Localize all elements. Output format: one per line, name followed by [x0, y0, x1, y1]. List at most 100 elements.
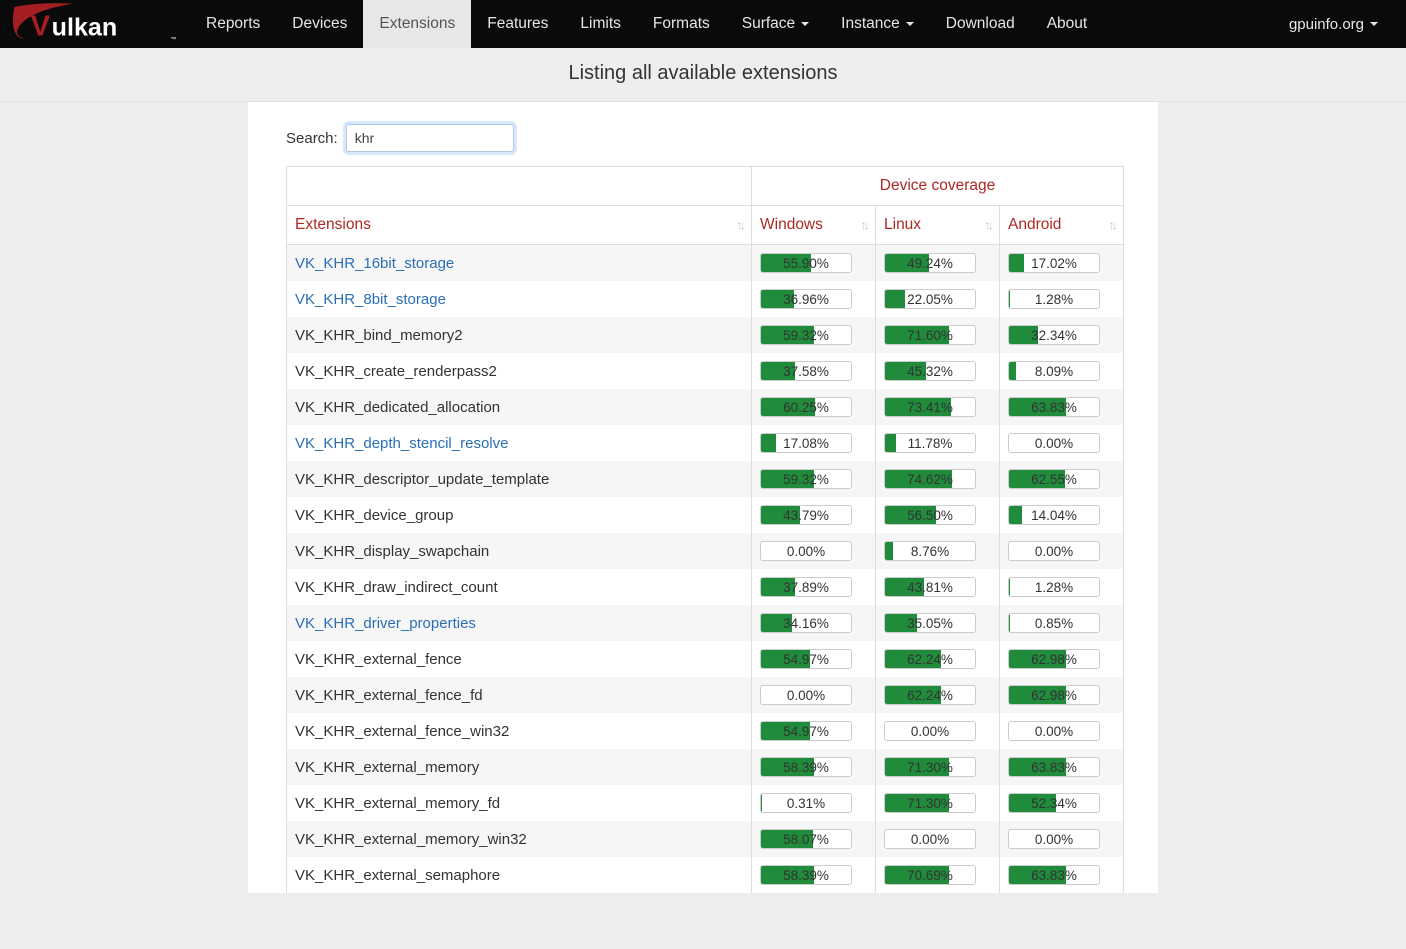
page-title: Listing all available extensions: [0, 48, 1406, 102]
coverage-cell: 43.79%: [752, 497, 876, 533]
table-row: VK_KHR_external_memory58.39%71.30%63.83%: [287, 749, 1124, 785]
progress-value: 17.08%: [761, 434, 851, 452]
progress-bar: 71.60%: [884, 325, 976, 345]
progress-bar: 55.90%: [760, 253, 852, 273]
progress-bar: 49.24%: [884, 253, 976, 273]
coverage-cell: 60.25%: [752, 389, 876, 425]
coverage-cell: 1.28%: [1000, 569, 1124, 605]
coverage-cell: 43.81%: [876, 569, 1000, 605]
coverage-cell: 32.34%: [1000, 317, 1124, 353]
coverage-cell: 0.85%: [1000, 605, 1124, 641]
progress-value: 71.30%: [885, 758, 975, 776]
nav-about[interactable]: About: [1031, 0, 1104, 48]
progress-value: 11.78%: [885, 434, 975, 452]
progress-value: 0.00%: [1009, 434, 1099, 452]
table-row: VK_KHR_external_fence_fd 0.00% 62.24% 62.98…: [287, 677, 1124, 713]
progress-value: 62.55%: [1009, 470, 1099, 488]
site-menu[interactable]: gpuinfo.org: [1289, 0, 1406, 48]
progress-value: 0.00%: [761, 686, 851, 704]
coverage-cell: 8.09%: [1000, 353, 1124, 389]
table-row: VK_KHR_device_group43.79%56.50%14.04%: [287, 497, 1124, 533]
extension-name[interactable]: VK_KHR_depth_stencil_resolve: [295, 435, 508, 452]
progress-value: 0.00%: [885, 722, 975, 740]
progress-bar: 8.76%: [884, 541, 976, 561]
progress-bar: 0.00%: [1008, 433, 1100, 453]
nav-devices[interactable]: Devices: [276, 0, 363, 48]
nav-extensions[interactable]: Extensions: [363, 0, 471, 48]
progress-value: 0.31%: [761, 794, 851, 812]
progress-value: 70.69%: [885, 866, 975, 884]
extension-name: VK_KHR_external_fence_fd: [295, 687, 483, 704]
col-linux[interactable]: Linux ↑↓: [876, 206, 1000, 245]
nav-formats[interactable]: Formats: [637, 0, 726, 48]
progress-value: 62.24%: [885, 686, 975, 704]
nav-reports[interactable]: Reports: [190, 0, 276, 48]
progress-value: 8.76%: [885, 542, 975, 560]
coverage-cell: 52.34%: [1000, 785, 1124, 821]
progress-value: 58.07%: [761, 830, 851, 848]
vulkan-logo[interactable]: V ulkan ™: [0, 0, 190, 48]
search-input[interactable]: [346, 124, 514, 152]
extension-name: VK_KHR_bind_memory2: [295, 327, 463, 344]
coverage-cell: 54.97%: [752, 713, 876, 749]
progress-bar: 36.96%: [760, 289, 852, 309]
progress-bar: 0.00%: [884, 721, 976, 741]
coverage-cell: 0.00%: [1000, 425, 1124, 461]
progress-value: 0.00%: [1009, 722, 1099, 740]
coverage-cell: 62.24%: [876, 677, 1000, 713]
coverage-cell: 0.00%: [1000, 713, 1124, 749]
progress-bar: 59.32%: [760, 325, 852, 345]
col-windows[interactable]: Windows ↑↓: [752, 206, 876, 245]
progress-value: 35.05%: [885, 614, 975, 632]
coverage-cell: 55.90%: [752, 245, 876, 282]
extension-name: VK_KHR_external_memory_win32: [295, 831, 527, 848]
extension-name[interactable]: VK_KHR_8bit_storage: [295, 291, 446, 308]
extension-name: VK_KHR_external_memory_fd: [295, 795, 500, 812]
progress-value: 55.90%: [761, 254, 851, 272]
progress-value: 62.98%: [1009, 686, 1099, 704]
progress-bar: 32.34%: [1008, 325, 1100, 345]
progress-value: 0.00%: [1009, 830, 1099, 848]
coverage-cell: 58.39%: [752, 857, 876, 893]
progress-value: 58.39%: [761, 758, 851, 776]
table-row: VK_KHR_descriptor_update_template59.32%7…: [287, 461, 1124, 497]
table-row: VK_KHR_display_swapchain0.00%8.76%0.00%: [287, 533, 1124, 569]
progress-value: 0.85%: [1009, 614, 1099, 632]
nav-features[interactable]: Features: [471, 0, 564, 48]
progress-bar: 63.83%: [1008, 865, 1100, 885]
nav-instance[interactable]: Instance: [825, 0, 930, 48]
sort-icon: ↑↓: [860, 218, 867, 233]
progress-bar: 58.07%: [760, 829, 852, 849]
extension-name[interactable]: VK_KHR_driver_properties: [295, 615, 476, 632]
coverage-cell: 62.55%: [1000, 461, 1124, 497]
progress-bar: 62.24%: [884, 685, 976, 705]
nav-limits[interactable]: Limits: [564, 0, 636, 48]
nav-surface[interactable]: Surface: [726, 0, 825, 48]
progress-value: 43.81%: [885, 578, 975, 596]
extension-name: VK_KHR_external_memory: [295, 759, 479, 776]
progress-bar: 8.09%: [1008, 361, 1100, 381]
coverage-cell: 71.60%: [876, 317, 1000, 353]
progress-value: 71.30%: [885, 794, 975, 812]
progress-bar: 35.05%: [884, 613, 976, 633]
progress-bar: 37.89%: [760, 577, 852, 597]
nav-download[interactable]: Download: [930, 0, 1031, 48]
extension-name[interactable]: VK_KHR_16bit_storage: [295, 255, 454, 272]
sort-icon: ↑↓: [984, 218, 991, 233]
progress-bar: 62.55%: [1008, 469, 1100, 489]
progress-value: 0.00%: [1009, 542, 1099, 560]
progress-bar: 54.97%: [760, 721, 852, 741]
col-android[interactable]: Android ↑↓: [1000, 206, 1124, 245]
coverage-cell: 35.05%: [876, 605, 1000, 641]
search-label: Search:: [286, 130, 338, 147]
search-row: Search:: [248, 124, 1158, 166]
coverage-cell: 74.62%: [876, 461, 1000, 497]
sort-icon: ↑↓: [736, 218, 743, 233]
progress-bar: 52.34%: [1008, 793, 1100, 813]
progress-bar: 58.39%: [760, 865, 852, 885]
table-row: VK_KHR_external_fence54.97%62.24%62.98%: [287, 641, 1124, 677]
progress-value: 37.58%: [761, 362, 851, 380]
col-extensions[interactable]: Extensions ↑↓: [287, 206, 752, 245]
progress-bar: 71.30%: [884, 793, 976, 813]
progress-value: 74.62%: [885, 470, 975, 488]
